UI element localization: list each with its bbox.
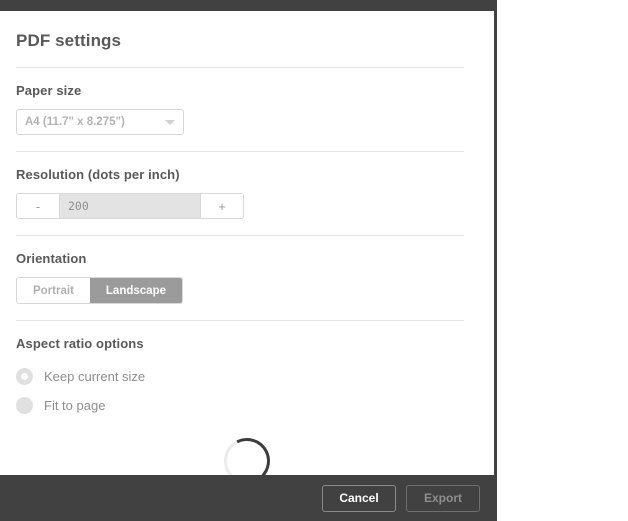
radio-selected-icon — [16, 368, 33, 385]
section-orientation: Orientation Portrait Landscape — [16, 236, 478, 304]
section-paper-size: Paper size A4 (11.7" x 8.275") — [16, 68, 478, 135]
dialog-footer: Cancel Export — [0, 475, 494, 521]
aspect-ratio-option-keep-current-size[interactable]: Keep current size — [16, 362, 478, 391]
export-button[interactable]: Export — [406, 484, 480, 512]
paper-size-label: Paper size — [16, 83, 82, 98]
aspect-ratio-keep-current-size-label: Keep current size — [44, 369, 146, 384]
dialog-body: PDF settings Paper size A4 (11.7" x 8.27… — [0, 11, 494, 475]
dialog-titlebar — [0, 0, 494, 11]
dialog-content: PDF settings Paper size A4 (11.7" x 8.27… — [0, 11, 494, 475]
cancel-button[interactable]: Cancel — [322, 484, 396, 512]
loading-spinner-icon — [218, 432, 276, 475]
radio-unselected-icon — [16, 397, 33, 414]
orientation-option-portrait[interactable]: Portrait — [17, 278, 90, 303]
section-resolution: Resolution (dots per inch) - 200 + — [16, 152, 478, 219]
resolution-stepper: - 200 + — [16, 193, 244, 219]
chevron-down-icon — [165, 119, 175, 125]
loading-indicator — [16, 432, 478, 475]
resolution-label: Resolution (dots per inch) — [16, 167, 180, 182]
aspect-ratio-option-fit-to-page[interactable]: Fit to page — [16, 391, 478, 420]
paper-size-select[interactable]: A4 (11.7" x 8.275") — [16, 109, 184, 135]
aspect-ratio-label: Aspect ratio options — [16, 336, 144, 351]
aspect-ratio-fit-to-page-label: Fit to page — [44, 398, 106, 413]
paper-size-value: A4 (11.7" x 8.275") — [25, 116, 125, 128]
page-background: PDF settings Paper size A4 (11.7" x 8.27… — [0, 0, 628, 521]
orientation-toggle-group: Portrait Landscape — [16, 277, 183, 304]
resolution-increment-button[interactable]: + — [200, 194, 243, 218]
resolution-decrement-button[interactable]: - — [17, 194, 60, 218]
orientation-option-landscape[interactable]: Landscape — [89, 278, 182, 303]
orientation-label: Orientation — [16, 251, 87, 266]
pdf-settings-dialog: PDF settings Paper size A4 (11.7" x 8.27… — [0, 0, 497, 521]
resolution-input[interactable]: 200 — [60, 194, 200, 218]
page-title: PDF settings — [16, 31, 122, 50]
section-aspect-ratio: Aspect ratio options Keep current size F… — [16, 321, 478, 420]
spinner-arc — [218, 432, 276, 475]
